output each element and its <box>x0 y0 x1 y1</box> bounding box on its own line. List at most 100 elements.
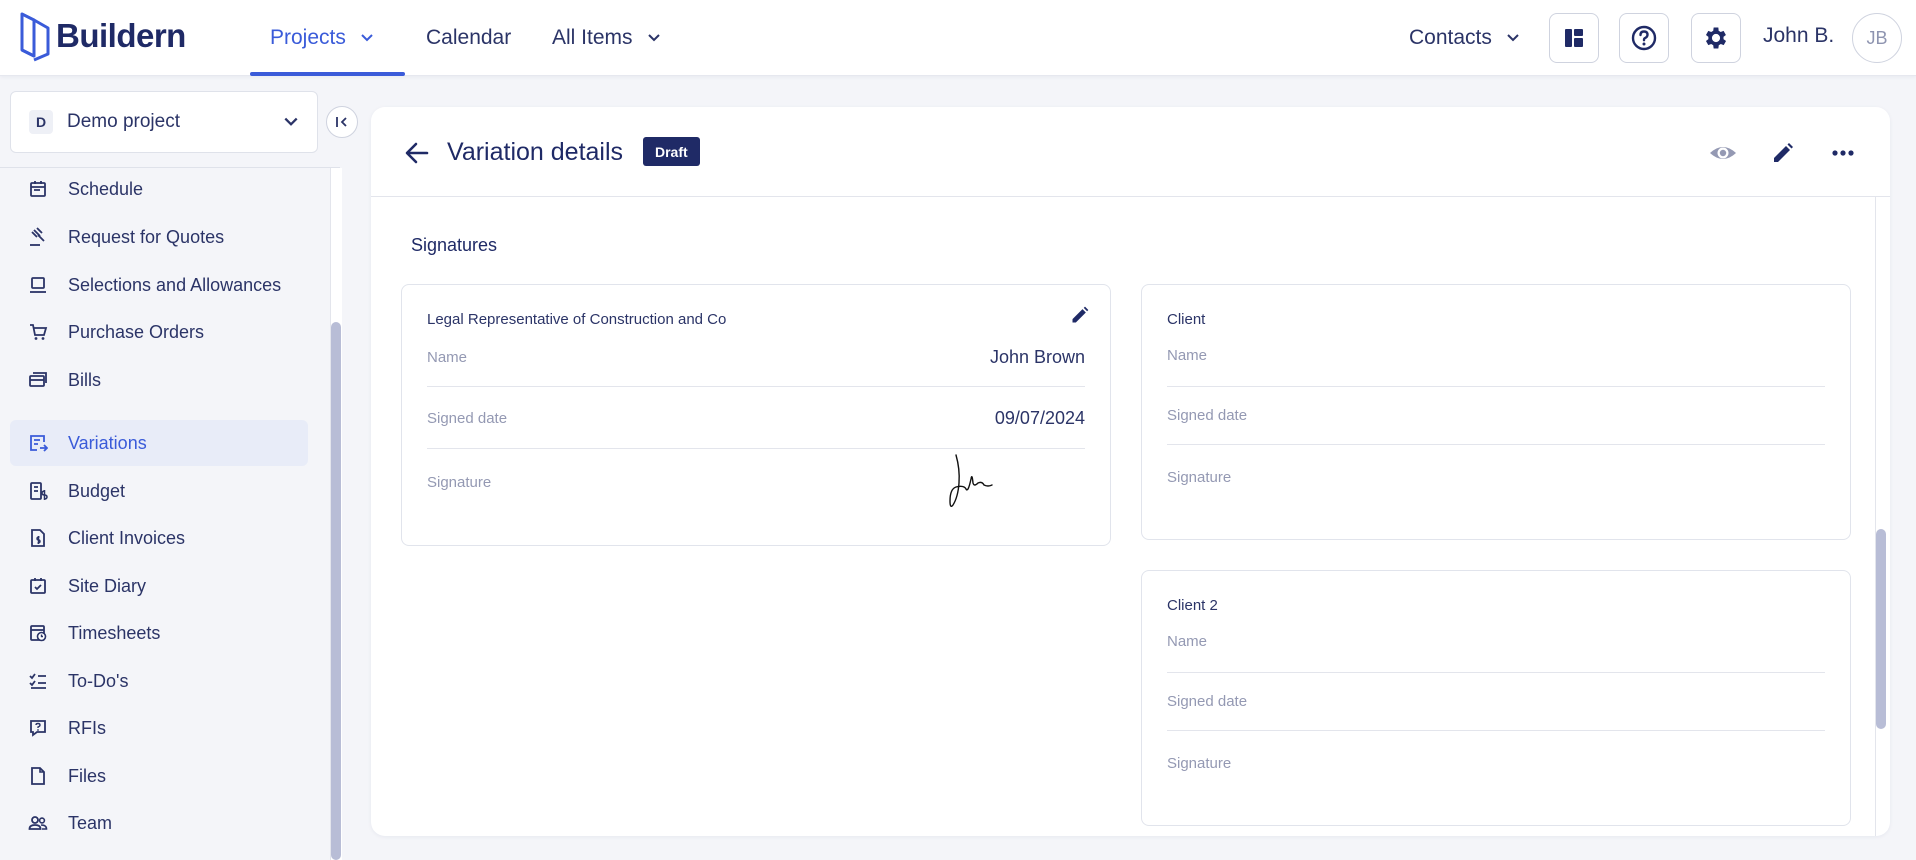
help-button[interactable] <box>1619 13 1669 63</box>
pencil-icon <box>1072 306 1089 323</box>
sidebar-item-label: RFIs <box>68 717 106 738</box>
sidebar-item-todos[interactable]: To-Do's <box>10 658 308 704</box>
variations-icon <box>30 435 48 452</box>
sidebar-item-label: Purchase Orders <box>68 321 205 342</box>
signature-date-row: Signed date 09/07/2024 <box>427 387 1085 449</box>
nav-contacts[interactable]: Contacts <box>1409 0 1520 76</box>
back-arrow-icon[interactable] <box>403 139 431 167</box>
field-label: Signature <box>427 474 492 491</box>
more-options-button[interactable] <box>1827 137 1859 169</box>
invoice-icon <box>31 529 45 547</box>
sidebar-item-label: Site Diary <box>68 575 147 596</box>
cart-icon <box>30 324 48 340</box>
project-badge: D <box>29 110 53 134</box>
signature-name-row: Name John Brown <box>427 347 1085 387</box>
sidebar-item-label: Budget <box>68 480 126 501</box>
sidebar-item-label: Timesheets <box>68 622 161 643</box>
sidebar-scrollbar-thumb[interactable] <box>331 322 341 860</box>
brand-name: Buildern <box>56 17 186 54</box>
signature-card-client-2: Client 2 Name Signed date Signature <box>1141 570 1851 826</box>
chevron-down-icon <box>284 117 298 126</box>
sidebar-item-label: Variations <box>68 432 147 453</box>
sidebar-item-label: Bills <box>68 369 102 390</box>
sidebar-item-label: Files <box>68 765 107 786</box>
gear-icon <box>1705 27 1727 49</box>
buildern-logo-icon <box>20 12 50 62</box>
section-title-signatures: Signatures <box>411 235 498 255</box>
signature-heading: Legal Representative of Construction and… <box>427 311 727 328</box>
nav-calendar-label: Calendar <box>426 26 512 49</box>
rfi-icon <box>30 720 46 737</box>
sidebar-item-client-invoices[interactable]: Client Invoices <box>10 515 308 561</box>
settings-button[interactable] <box>1691 13 1741 63</box>
avatar[interactable]: JB <box>1852 13 1902 63</box>
edit-variation-button[interactable] <box>1767 137 1799 169</box>
pencil-icon <box>1774 143 1793 162</box>
field-label: Signature <box>1167 469 1232 486</box>
content-scrollbar[interactable] <box>1875 197 1888 836</box>
preview-button[interactable] <box>1707 137 1739 169</box>
sidebar-item-variations[interactable]: Variations <box>10 420 308 466</box>
field-label: Signed date <box>1167 407 1248 424</box>
signature-image-row: Signature <box>1167 445 1825 525</box>
content-scrollbar-thumb[interactable] <box>1876 529 1886 729</box>
sidebar-item-timesheets[interactable]: Timesheets <box>10 610 308 656</box>
signature-name-row: Name <box>1167 347 1825 387</box>
budget-icon <box>30 482 48 500</box>
signature-card-legal-representative: Legal Representative of Construction and… <box>401 284 1111 546</box>
field-label: Signed date <box>427 410 508 427</box>
sidebar-item-team[interactable]: Team <box>10 800 308 846</box>
signature-image-row: Signature <box>1167 731 1825 811</box>
sidebar-item-bills[interactable]: Bills <box>10 357 308 403</box>
sidebar-item-budget[interactable]: Budget <box>10 468 308 514</box>
selections-icon <box>30 277 46 293</box>
sidebar-item-rfis[interactable]: RFIs <box>10 705 308 751</box>
dashboard-button[interactable] <box>1549 13 1599 63</box>
nav-all-items[interactable]: All Items <box>552 0 661 76</box>
signature-card-client: Client Name Signed date Signature <box>1141 284 1851 540</box>
card-header: Variation details Draft <box>371 107 1890 197</box>
variation-details-card: Variation details Draft Signatures Legal… <box>371 107 1890 836</box>
chevron-down-icon <box>1507 34 1519 42</box>
timesheet-icon <box>30 625 47 642</box>
calendar-icon <box>30 181 46 197</box>
signature-image-row: Signature <box>427 449 1085 529</box>
sidebar-item-schedule[interactable]: Schedule <box>10 168 308 212</box>
sidebar-item-request-for-quotes[interactable]: Request for Quotes <box>10 214 308 260</box>
signature-date-row: Signed date <box>1167 387 1825 445</box>
signature-heading: Client 2 <box>1167 597 1218 614</box>
field-label: Signed date <box>1167 693 1248 710</box>
site-diary-icon <box>30 578 46 594</box>
project-selector[interactable]: D Demo project <box>10 91 318 153</box>
brand-logo[interactable]: Buildern <box>18 10 186 62</box>
sidebar-item-label: To-Do's <box>68 670 129 691</box>
nav-projects[interactable]: Projects <box>270 0 374 76</box>
field-label: Name <box>1167 347 1208 364</box>
handwritten-signature-image <box>949 454 993 508</box>
sidebar-item-label: Request for Quotes <box>68 226 225 247</box>
signed-date: 09/07/2024 <box>994 408 1085 428</box>
project-name: Demo project <box>67 111 180 132</box>
sidebar-item-site-diary[interactable]: Site Diary <box>10 563 308 609</box>
dashboard-icon <box>1565 29 1583 47</box>
nav-active-indicator <box>250 72 405 76</box>
user-name[interactable]: John B. <box>1763 24 1834 48</box>
file-icon <box>31 767 45 785</box>
nav-calendar[interactable]: Calendar <box>426 0 511 76</box>
sidebar-item-files[interactable]: Files <box>10 753 308 799</box>
gavel-icon <box>30 227 45 246</box>
sidebar-item-purchase-orders[interactable]: Purchase Orders <box>10 309 308 355</box>
sidebar-item-label: Team <box>68 812 113 833</box>
sidebar-nav: Schedule Request for Quotes Selections a… <box>0 168 330 860</box>
sidebar-item-label: Selections and Allowances <box>68 274 282 295</box>
bills-icon <box>29 372 47 387</box>
nav-projects-label: Projects <box>270 26 346 49</box>
signature-name-row: Name <box>1167 633 1825 673</box>
chevron-down-icon <box>647 34 660 42</box>
signer-name: John Brown <box>989 347 1085 367</box>
top-bar: Buildern Projects Calendar All Items Con… <box>0 0 1916 76</box>
signature-date-row: Signed date <box>1167 673 1825 731</box>
collapse-sidebar-button[interactable] <box>326 106 358 138</box>
edit-signature-button[interactable] <box>1066 301 1094 329</box>
sidebar-item-selections-and-allowances[interactable]: Selections and Allowances <box>10 262 308 308</box>
